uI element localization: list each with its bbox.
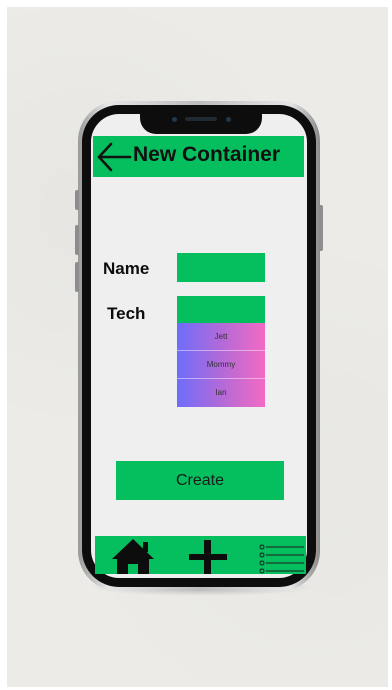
dropdown-option-mommy[interactable]: Mommy xyxy=(177,350,265,378)
list-icon[interactable] xyxy=(258,543,306,577)
create-button[interactable]: Create xyxy=(116,461,284,500)
plus-icon[interactable] xyxy=(187,539,229,575)
volume-down-button xyxy=(75,262,79,292)
name-label: Name xyxy=(103,259,150,278)
speaker-grille xyxy=(185,117,217,121)
tech-dropdown-list: Jett Mommy Ian xyxy=(177,323,265,407)
name-input[interactable] xyxy=(177,253,265,282)
sensor-icon xyxy=(226,117,231,122)
mute-switch xyxy=(75,190,79,210)
dropdown-option-jett[interactable]: Jett xyxy=(177,323,265,350)
camera-icon xyxy=(172,117,177,122)
tech-input[interactable] xyxy=(177,296,265,323)
phone-notch xyxy=(140,112,262,134)
dropdown-option-ian[interactable]: Ian xyxy=(177,378,265,406)
page-title: New Container xyxy=(133,143,281,166)
volume-up-button xyxy=(75,225,79,255)
back-arrow-icon[interactable] xyxy=(96,140,132,174)
home-icon[interactable] xyxy=(110,537,156,575)
power-button xyxy=(319,205,323,251)
tech-label: Tech xyxy=(107,304,146,323)
